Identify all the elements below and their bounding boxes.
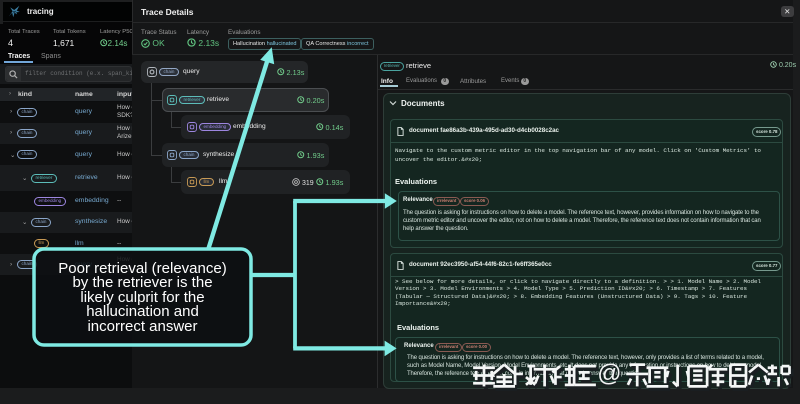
- svg-text:@: @: [597, 360, 621, 387]
